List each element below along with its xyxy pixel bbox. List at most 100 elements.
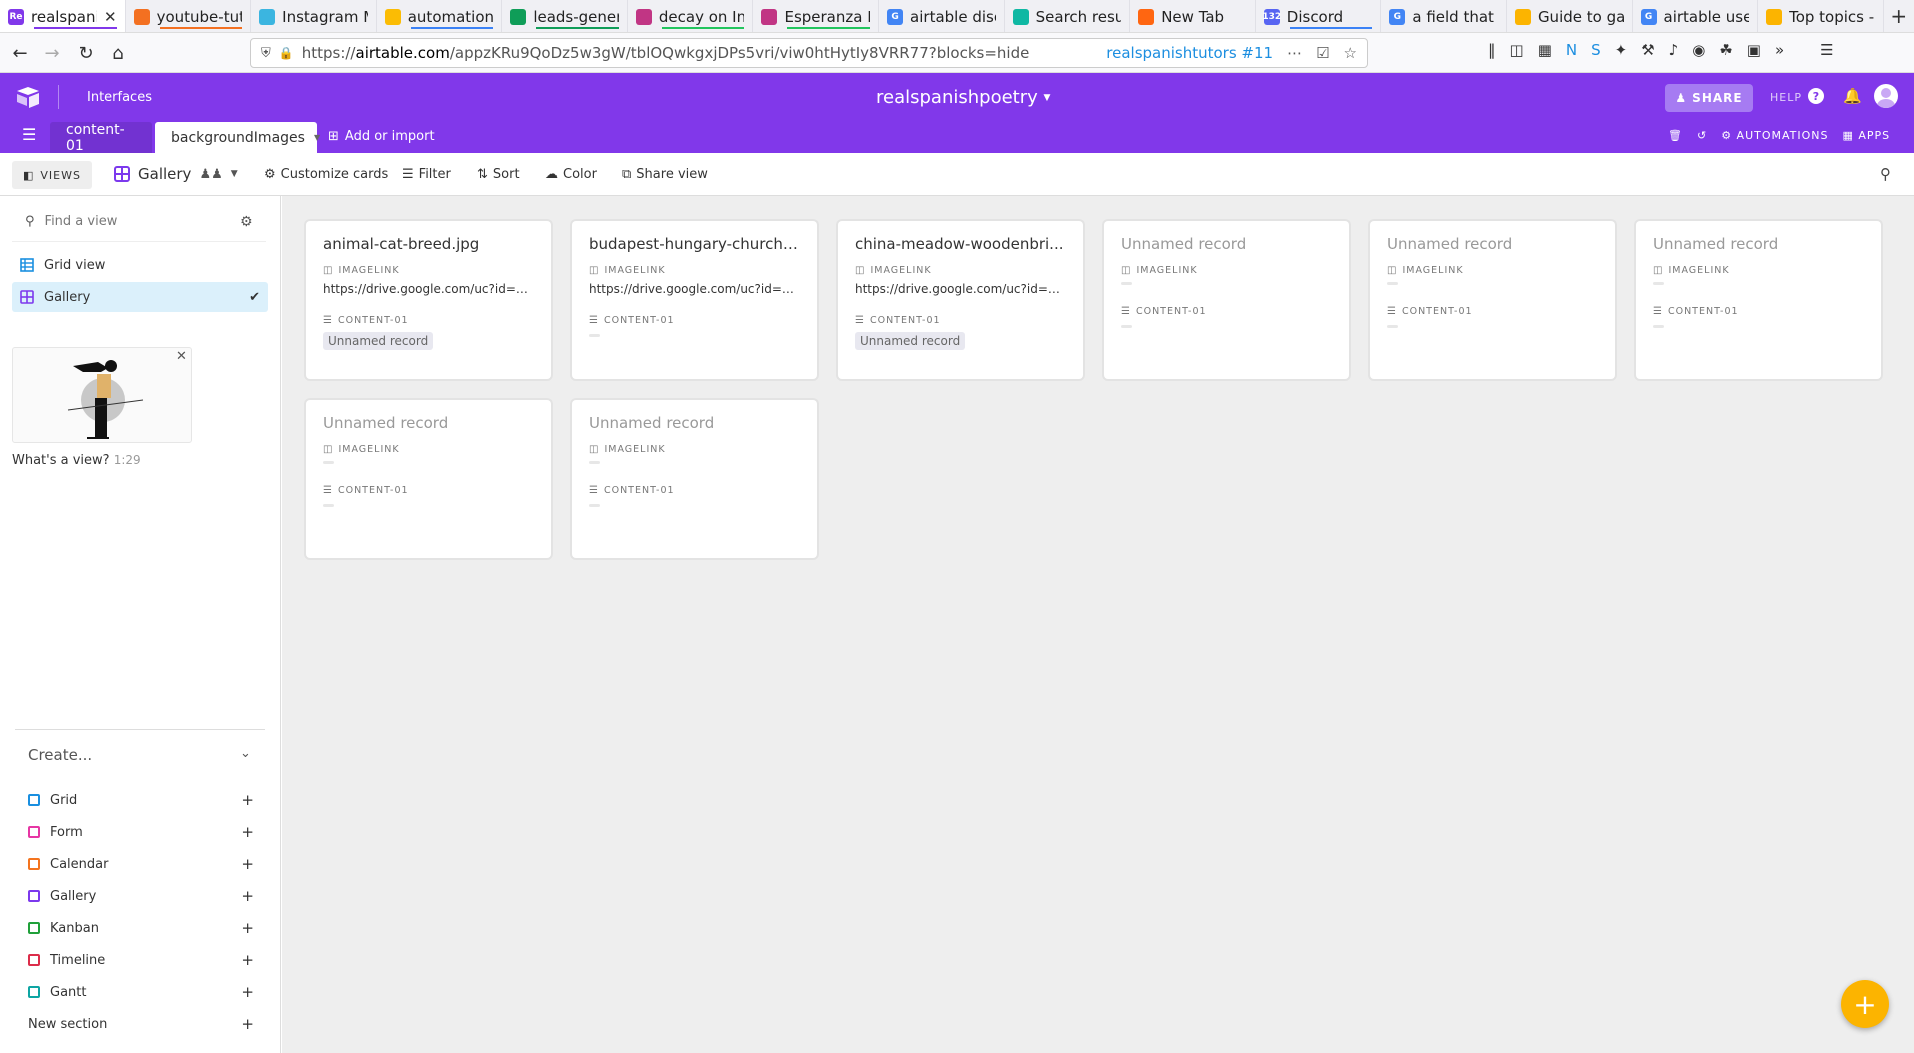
- browser-tab[interactable]: New Tab: [1130, 0, 1256, 32]
- s-ext-icon[interactable]: S: [1591, 41, 1601, 59]
- view-switcher[interactable]: Gallery ♟♟ ▼: [114, 165, 238, 183]
- record-card[interactable]: budapest-hungary-church.j... ◫ IMAGELINK ht…: [572, 221, 817, 379]
- linked-record-chip[interactable]: Unnamed record: [323, 332, 434, 350]
- create-item[interactable]: Form +: [28, 820, 254, 844]
- hamburger-icon[interactable]: ☰: [22, 125, 36, 144]
- bookmark-star-icon[interactable]: ☆: [1344, 44, 1357, 62]
- music-ext-icon[interactable]: ♪: [1669, 41, 1679, 59]
- record-card[interactable]: Unnamed record ◫ IMAGELINK ☰ CONTENT-01: [306, 400, 551, 558]
- color-button[interactable]: ☁ Color: [545, 167, 597, 182]
- plus-icon[interactable]: +: [241, 1015, 254, 1033]
- browser-tab[interactable]: automations: [377, 0, 503, 32]
- create-section-header[interactable]: Create...: [28, 746, 92, 764]
- plus-icon[interactable]: +: [241, 855, 254, 873]
- browser-tab[interactable]: Re realspanis ✕: [0, 0, 126, 32]
- trash-icon[interactable]: 🗑: [1668, 129, 1683, 142]
- browser-tab[interactable]: decay on Ins: [628, 0, 754, 32]
- search-icon[interactable]: ⚲: [1880, 165, 1891, 183]
- history-icon[interactable]: ↺: [1697, 129, 1707, 142]
- linked-record-chip[interactable]: Unnamed record: [855, 332, 966, 350]
- record-card[interactable]: animal-cat-breed.jpg ◫ IMAGELINK https://dr…: [306, 221, 551, 379]
- sidebar-icon[interactable]: ◫: [1510, 41, 1524, 59]
- customize-cards-button[interactable]: ⚙ Customize cards: [264, 167, 388, 182]
- back-icon[interactable]: ←: [4, 37, 36, 69]
- more-icon[interactable]: ⋯: [1287, 44, 1302, 62]
- create-item[interactable]: Gallery +: [28, 884, 254, 908]
- box-ext-icon[interactable]: ▣: [1747, 41, 1761, 59]
- plus-icon[interactable]: +: [241, 983, 254, 1001]
- plus-icon[interactable]: +: [241, 823, 254, 841]
- filter-button[interactable]: ☰ Filter: [402, 167, 451, 182]
- create-item[interactable]: Grid +: [28, 788, 254, 812]
- library-icon[interactable]: ‖: [1488, 41, 1496, 59]
- browser-tab[interactable]: Gairtable user: [1633, 0, 1759, 32]
- browser-tab[interactable]: youtube-tuto: [126, 0, 252, 32]
- record-card[interactable]: Unnamed record ◫ IMAGELINK ☰ CONTENT-01: [1104, 221, 1349, 379]
- browser-tab[interactable]: Instagram M: [251, 0, 377, 32]
- menu-icon[interactable]: ☰: [1820, 41, 1833, 59]
- share-button[interactable]: ♟ SHARE: [1665, 84, 1753, 112]
- caret-down-icon[interactable]: ▼: [314, 133, 320, 142]
- add-record-button[interactable]: +: [1841, 980, 1889, 1028]
- browser-tab[interactable]: Guide to gal: [1507, 0, 1633, 32]
- video-caption[interactable]: What's a view? 1:29: [12, 453, 141, 468]
- add-import-button[interactable]: ⊞ Add or import: [328, 129, 435, 144]
- create-item[interactable]: New section +: [28, 1012, 254, 1036]
- home-icon[interactable]: ⌂: [102, 37, 134, 69]
- n-ext-icon[interactable]: N: [1566, 41, 1577, 59]
- circle-ext-icon[interactable]: ◉: [1692, 41, 1705, 59]
- apps-button[interactable]: ▦ APPS: [1843, 129, 1891, 142]
- sort-button[interactable]: ⇅ Sort: [477, 167, 520, 182]
- url-bar[interactable]: ⛨ 🔒 https://airtable.com/appzKRu9QoDz5w3…: [250, 38, 1368, 68]
- browser-tab[interactable]: Search resul: [1005, 0, 1131, 32]
- avatar[interactable]: [1874, 84, 1898, 108]
- browser-tab[interactable]: Gairtable disc: [879, 0, 1005, 32]
- help-icon[interactable]: ?: [1808, 88, 1824, 104]
- create-item[interactable]: Calendar +: [28, 852, 254, 876]
- chevron-down-icon[interactable]: ⌄: [240, 746, 251, 761]
- browser-tab[interactable]: leads-gener: [502, 0, 628, 32]
- record-card[interactable]: china-meadow-woodenbri... ◫ IMAGELINK https…: [838, 221, 1083, 379]
- bell-icon[interactable]: 🔔: [1843, 87, 1862, 105]
- puzzle-ext-icon[interactable]: ✦: [1615, 41, 1628, 59]
- browser-tab[interactable]: Ga field that d: [1381, 0, 1507, 32]
- find-view-input[interactable]: ⚲ Find a view: [25, 214, 117, 229]
- pocket-icon[interactable]: ☑: [1316, 44, 1329, 62]
- cat-ext-icon[interactable]: ☘: [1719, 41, 1732, 59]
- share-view-button[interactable]: ⧉ Share view: [622, 167, 708, 182]
- video-thumbnail[interactable]: [12, 347, 192, 443]
- overflow-chevron-icon[interactable]: »: [1775, 41, 1784, 59]
- figure-ext-icon[interactable]: ⚒: [1641, 41, 1654, 59]
- record-card[interactable]: Unnamed record ◫ IMAGELINK ☰ CONTENT-01: [572, 400, 817, 558]
- table-tab-content-01[interactable]: content-01: [50, 122, 152, 154]
- record-card[interactable]: Unnamed record ◫ IMAGELINK ☰ CONTENT-01: [1636, 221, 1881, 379]
- views-toggle-button[interactable]: ◧ VIEWS: [12, 161, 92, 189]
- automations-button[interactable]: ⚙ AUTOMATIONS: [1721, 129, 1828, 142]
- close-icon[interactable]: ✕: [176, 349, 187, 364]
- sidebar-item-gallery[interactable]: Gallery ✔: [12, 282, 268, 312]
- base-title[interactable]: realspanishpoetry ▼: [876, 87, 1050, 108]
- browser-tab[interactable]: 132 Discord: [1256, 0, 1382, 32]
- grid-ext-icon[interactable]: ▦: [1538, 41, 1552, 59]
- airtable-logo-icon[interactable]: [16, 86, 40, 108]
- browser-tab[interactable]: Top topics -: [1758, 0, 1884, 32]
- browser-tab[interactable]: Esperanza R: [753, 0, 880, 32]
- new-tab-icon[interactable]: +: [1884, 0, 1914, 32]
- forward-icon[interactable]: →: [36, 37, 68, 69]
- plus-icon[interactable]: +: [241, 919, 254, 937]
- table-tab-backgroundimages[interactable]: backgroundImages ▼: [155, 122, 320, 153]
- plus-icon[interactable]: +: [241, 951, 254, 969]
- link-field-icon: ☰: [323, 485, 333, 496]
- sidebar-item-grid-view[interactable]: Grid view: [12, 250, 268, 280]
- gear-icon[interactable]: ⚙: [240, 214, 253, 230]
- help-link[interactable]: HELP: [1770, 91, 1802, 104]
- create-item[interactable]: Gantt +: [28, 980, 254, 1004]
- interfaces-link[interactable]: Interfaces: [87, 90, 152, 105]
- create-item[interactable]: Kanban +: [28, 916, 254, 940]
- plus-icon[interactable]: +: [241, 791, 254, 809]
- close-tab-icon[interactable]: ✕: [104, 8, 117, 26]
- record-card[interactable]: Unnamed record ◫ IMAGELINK ☰ CONTENT-01: [1370, 221, 1615, 379]
- create-item[interactable]: Timeline +: [28, 948, 254, 972]
- reload-icon[interactable]: ↻: [70, 37, 102, 69]
- plus-icon[interactable]: +: [241, 887, 254, 905]
